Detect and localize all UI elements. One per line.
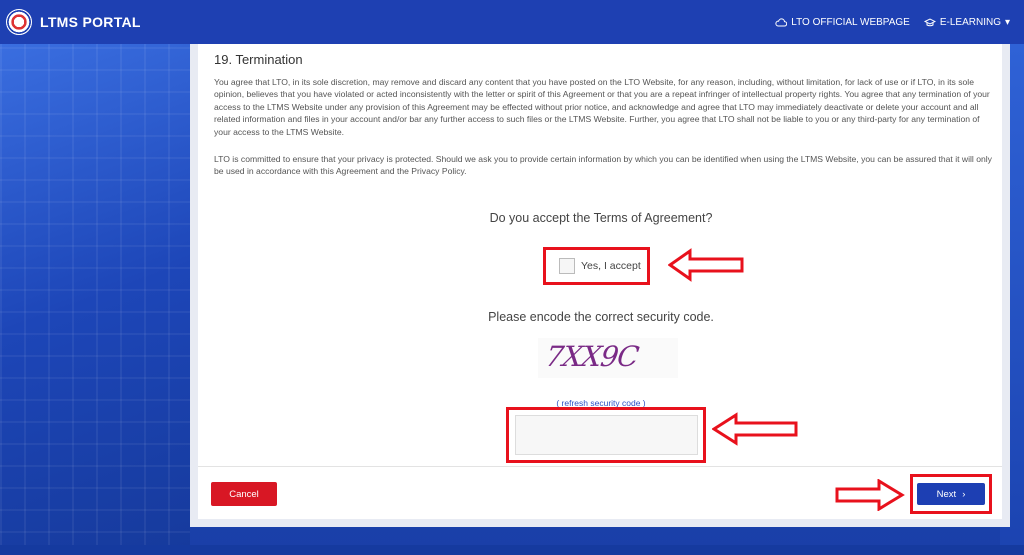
terms-paragraph-2: LTO is committed to ensure that your pri…	[214, 154, 992, 177]
brand-name: LTMS PORTAL	[40, 14, 141, 30]
lto-logo-icon	[6, 9, 32, 35]
footer-divider	[198, 466, 1002, 467]
brand[interactable]: LTMS PORTAL	[6, 9, 141, 35]
accept-checkbox[interactable]	[559, 258, 575, 274]
cloud-icon	[775, 17, 788, 26]
background-cityscape-left	[0, 44, 190, 555]
terms-scroll-area[interactable]: 19. Termination You agree that LTO, in i…	[206, 48, 996, 466]
annotation-arrow-checkbox	[668, 248, 744, 282]
terms-paragraph-1: You agree that LTO, in its sole discreti…	[214, 77, 990, 137]
security-input-highlight	[506, 407, 706, 463]
next-button-highlight: Next ›	[910, 474, 992, 514]
e-learning-label: E-LEARNING	[939, 16, 1001, 28]
top-header: LTMS PORTAL LTO OFFICIAL WEBPAGE E-LEARN…	[0, 0, 1024, 44]
e-learning-dropdown[interactable]: E-LEARNING ▾	[923, 16, 1010, 28]
accept-label: Yes, I accept	[581, 260, 641, 272]
next-button[interactable]: Next ›	[917, 483, 985, 505]
header-nav: LTO OFFICIAL WEBPAGE E-LEARNING ▾	[775, 17, 1010, 28]
annotation-arrow-next	[835, 479, 905, 511]
cancel-button[interactable]: Cancel	[211, 482, 277, 506]
chevron-right-icon: ›	[962, 488, 966, 500]
security-code-input[interactable]	[515, 415, 698, 455]
section-heading: 19. Termination	[214, 52, 303, 67]
bottom-strip	[0, 545, 1024, 555]
security-code-prompt: Please encode the correct security code.	[488, 310, 714, 324]
lto-official-webpage-link[interactable]: LTO OFFICIAL WEBPAGE	[775, 17, 910, 28]
next-label: Next	[936, 488, 957, 500]
graduation-cap-icon	[923, 17, 936, 26]
terms-panel: 19. Termination You agree that LTO, in i…	[190, 44, 1010, 527]
annotation-arrow-input	[712, 412, 798, 446]
chevron-down-icon: ▾	[1004, 16, 1010, 28]
lto-official-webpage-label: LTO OFFICIAL WEBPAGE	[791, 16, 910, 28]
captcha-text: 7XX9C	[543, 340, 641, 373]
accept-checkbox-highlight[interactable]: Yes, I accept	[543, 247, 650, 285]
captcha-image: 7XX9C	[538, 338, 678, 378]
agreement-question: Do you accept the Terms of Agreement?	[489, 211, 713, 225]
